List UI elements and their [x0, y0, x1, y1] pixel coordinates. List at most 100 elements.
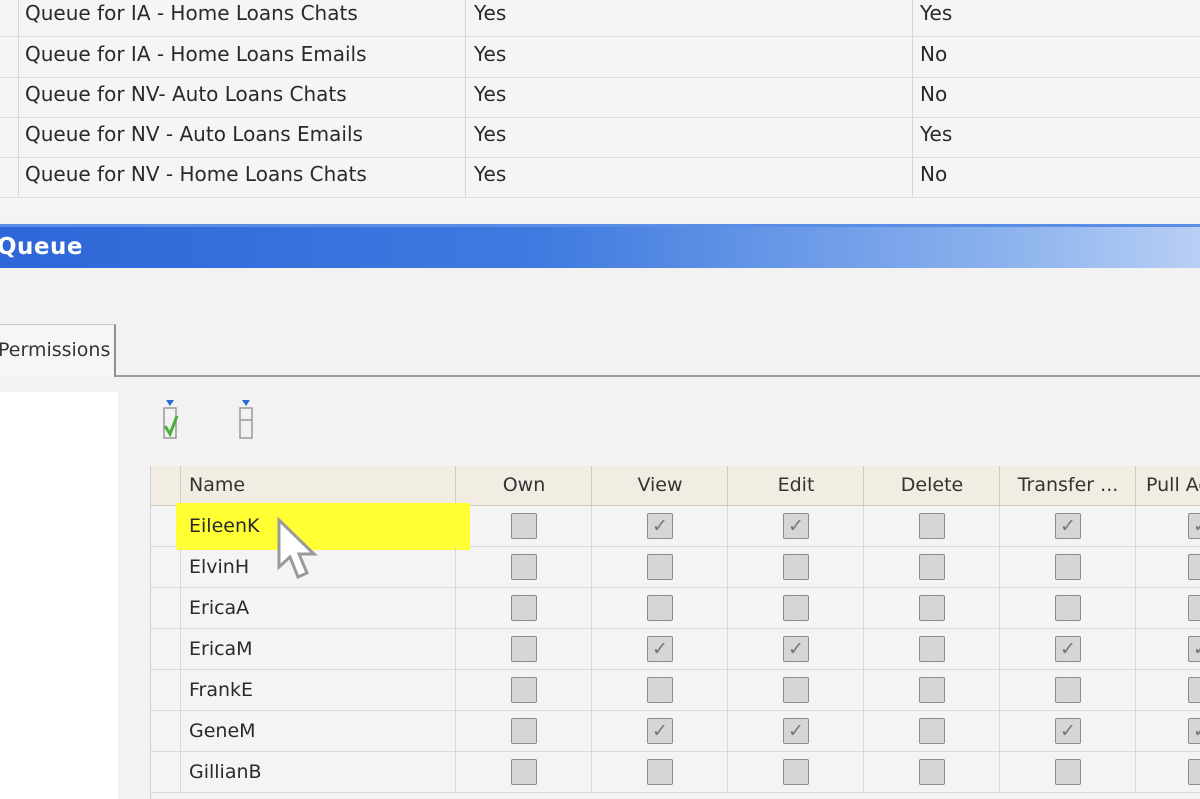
unchecked-checkbox[interactable]	[647, 595, 673, 621]
unchecked-checkbox[interactable]	[919, 677, 945, 703]
checked-checkbox[interactable]	[1055, 513, 1081, 539]
check-all-icon[interactable]	[160, 398, 180, 442]
tab-permissions-label: Permissions	[0, 339, 111, 361]
column-header-name[interactable]: Name	[181, 466, 456, 506]
row-selector[interactable]	[151, 588, 181, 629]
unchecked-checkbox[interactable]	[511, 718, 537, 744]
column-header-transfer[interactable]: Transfer ...	[1000, 466, 1136, 506]
unchecked-checkbox[interactable]	[1188, 595, 1200, 621]
permission-cell-transfer	[1000, 752, 1136, 793]
user-name-cell[interactable]: EileenK	[176, 503, 470, 550]
queue-col3-cell: No	[920, 42, 948, 66]
unchecked-checkbox[interactable]	[647, 759, 673, 785]
user-name: FrankE	[189, 679, 254, 701]
checked-checkbox[interactable]	[1055, 718, 1081, 744]
queue-row[interactable]: Queue for NV - Auto Loans Emails Yes Yes	[0, 117, 1200, 158]
checked-checkbox[interactable]	[647, 513, 673, 539]
unchecked-checkbox[interactable]	[1188, 759, 1200, 785]
unchecked-checkbox[interactable]	[1055, 677, 1081, 703]
queue-col3-cell: Yes	[920, 1, 953, 25]
unchecked-checkbox[interactable]	[919, 595, 945, 621]
permission-cell-delete	[864, 629, 1000, 670]
unchecked-checkbox[interactable]	[1055, 595, 1081, 621]
column-header-own[interactable]: Own	[456, 466, 592, 506]
queue-name-cell: Queue for NV- Auto Loans Chats	[25, 82, 347, 106]
queue-row[interactable]: Queue for NV- Auto Loans Chats Yes No	[0, 77, 1200, 118]
queue-row[interactable]: Queue for IA - Home Loans Emails Yes No	[0, 37, 1200, 78]
unchecked-checkbox[interactable]	[647, 677, 673, 703]
permission-cell-pull-ac	[1136, 506, 1200, 547]
unchecked-checkbox[interactable]	[783, 554, 809, 580]
user-name-cell[interactable]: GillianB	[181, 752, 456, 793]
checked-checkbox[interactable]	[783, 636, 809, 662]
checked-checkbox[interactable]	[1188, 636, 1200, 662]
unchecked-checkbox[interactable]	[511, 595, 537, 621]
row-selector[interactable]	[151, 711, 181, 752]
checked-checkbox[interactable]	[783, 718, 809, 744]
unchecked-checkbox[interactable]	[919, 718, 945, 744]
permission-cell-delete	[864, 588, 1000, 629]
permission-cell-edit	[728, 752, 864, 793]
column-separator	[18, 77, 19, 117]
column-header-label: Own	[502, 474, 546, 496]
user-name-cell[interactable]: GeneM	[181, 711, 456, 752]
unchecked-checkbox[interactable]	[919, 513, 945, 539]
column-header-view[interactable]: View	[592, 466, 728, 506]
column-header-delete[interactable]: Delete	[864, 466, 1000, 506]
table-row[interactable]: GeneM	[151, 711, 1200, 752]
unchecked-checkbox[interactable]	[919, 759, 945, 785]
queue-row[interactable]: Queue for IA - Home Loans Chats Yes Yes	[0, 0, 1200, 37]
unchecked-checkbox[interactable]	[647, 554, 673, 580]
permission-cell-pull-ac	[1136, 752, 1200, 793]
checked-checkbox[interactable]	[647, 718, 673, 744]
user-name-cell[interactable]: EricaA	[181, 588, 456, 629]
user-name-cell[interactable]: EricaM	[181, 629, 456, 670]
unchecked-checkbox[interactable]	[511, 513, 537, 539]
unchecked-checkbox[interactable]	[783, 759, 809, 785]
unchecked-checkbox[interactable]	[783, 595, 809, 621]
user-name: GeneM	[189, 720, 256, 742]
table-row[interactable]: FrankE	[151, 670, 1200, 711]
permission-cell-own	[456, 752, 592, 793]
table-row[interactable]: EricaA	[151, 588, 1200, 629]
table-row[interactable]: EricaM	[151, 629, 1200, 670]
unchecked-checkbox[interactable]	[783, 677, 809, 703]
unchecked-checkbox[interactable]	[511, 759, 537, 785]
unchecked-checkbox[interactable]	[919, 554, 945, 580]
column-header-edit[interactable]: Edit	[728, 466, 864, 506]
unchecked-checkbox[interactable]	[1055, 759, 1081, 785]
column-header-pull-ac[interactable]: Pull Ac	[1136, 466, 1200, 506]
unchecked-checkbox[interactable]	[1055, 554, 1081, 580]
queue-section-titlebar: Queue	[0, 224, 1200, 268]
tab-permissions[interactable]: Permissions	[0, 324, 116, 377]
checked-checkbox[interactable]	[783, 513, 809, 539]
unchecked-checkbox[interactable]	[1188, 677, 1200, 703]
permission-cell-transfer	[1000, 629, 1136, 670]
row-selector[interactable]	[151, 752, 181, 793]
user-name-cell[interactable]: FrankE	[181, 670, 456, 711]
queue-row[interactable]: Queue for NV - Home Loans Chats Yes No	[0, 157, 1200, 198]
permission-cell-view	[592, 506, 728, 547]
row-selector[interactable]	[151, 547, 181, 588]
column-header-label: Delete	[900, 474, 964, 496]
unchecked-checkbox[interactable]	[511, 554, 537, 580]
unchecked-checkbox[interactable]	[511, 636, 537, 662]
unchecked-checkbox[interactable]	[511, 677, 537, 703]
queue-col2-cell: Yes	[474, 122, 507, 146]
unchecked-checkbox[interactable]	[1188, 554, 1200, 580]
permission-cell-view	[592, 629, 728, 670]
row-selector[interactable]	[151, 670, 181, 711]
queue-list-table: Queue for IA - Home Loans Chats Yes Yes Que…	[0, 0, 1200, 215]
permission-cell-edit	[728, 711, 864, 752]
unchecked-checkbox[interactable]	[919, 636, 945, 662]
permission-cell-transfer	[1000, 506, 1136, 547]
checked-checkbox[interactable]	[1055, 636, 1081, 662]
checked-checkbox[interactable]	[647, 636, 673, 662]
checked-checkbox[interactable]	[1188, 513, 1200, 539]
user-name: EileenK	[189, 515, 260, 537]
checked-checkbox[interactable]	[1188, 718, 1200, 744]
table-row[interactable]: GillianB	[151, 752, 1200, 793]
queue-col2-cell: Yes	[474, 162, 507, 186]
uncheck-all-icon[interactable]	[236, 398, 256, 442]
row-selector[interactable]	[151, 629, 181, 670]
